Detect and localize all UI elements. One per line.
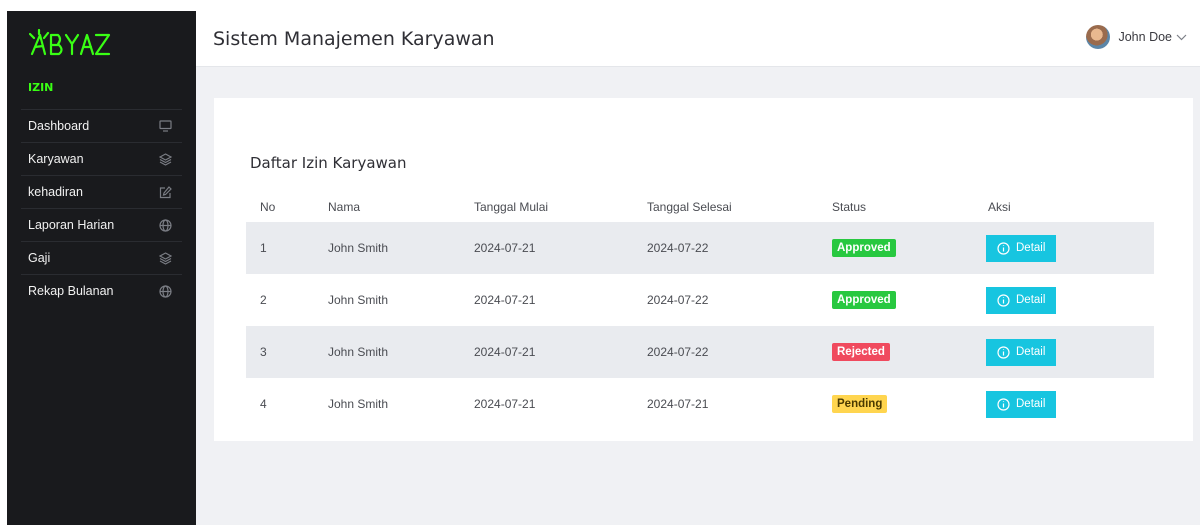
detail-button-label: Detail bbox=[1016, 294, 1046, 306]
sidebar-item-label: Dashboard bbox=[28, 119, 90, 133]
layers-icon bbox=[158, 251, 172, 265]
chevron-down-icon[interactable] bbox=[1176, 34, 1187, 41]
detail-button[interactable]: Detail bbox=[986, 234, 1057, 262]
cell-status: Pending bbox=[832, 378, 988, 430]
cell-tanggal-selesai: 2024-07-21 bbox=[647, 397, 709, 411]
cell-nama: John Smith bbox=[328, 293, 389, 307]
sidebar-item-label: Laporan Harian bbox=[28, 218, 115, 232]
cell-tanggal-selesai: 2024-07-22 bbox=[647, 293, 709, 307]
section-label: IZIN bbox=[28, 81, 54, 94]
cell-tanggal-mulai: 2024-07-21 bbox=[474, 293, 536, 307]
info-icon bbox=[997, 397, 1010, 411]
cell-nama: John Smith bbox=[328, 345, 389, 359]
leave-table: No Nama Tanggal Mulai Tanggal Selesai St… bbox=[246, 192, 1154, 430]
cell-no: 3 bbox=[260, 345, 267, 359]
cell-tanggal-mulai: 2024-07-21 bbox=[474, 241, 536, 255]
cell-aksi: Detail bbox=[986, 378, 1154, 430]
table-row: 3 John Smith 2024-07-21 2024-07-22 Rejec… bbox=[246, 326, 1154, 378]
table-row: 4 John Smith 2024-07-21 2024-07-21 Pendi… bbox=[246, 378, 1154, 430]
detail-button[interactable]: Detail bbox=[986, 286, 1057, 314]
user-name: John Doe bbox=[1118, 30, 1172, 44]
sidebar-menu: Dashboard Karyawan kehadiran Laporan Har… bbox=[21, 109, 182, 307]
info-icon bbox=[997, 345, 1010, 359]
card-title: Daftar Izin Karyawan bbox=[250, 154, 407, 172]
globe-icon bbox=[158, 218, 172, 232]
detail-button[interactable]: Detail bbox=[986, 390, 1057, 418]
sidebar-item-label: kehadiran bbox=[28, 185, 83, 199]
cell-no: 1 bbox=[260, 241, 267, 255]
detail-button-label: Detail bbox=[1016, 242, 1046, 254]
sidebar-item-label: Karyawan bbox=[28, 152, 84, 166]
cell-status: Rejected bbox=[832, 326, 988, 378]
sidebar-item-label: Rekap Bulanan bbox=[28, 284, 114, 298]
sidebar-item-dashboard[interactable]: Dashboard bbox=[21, 109, 182, 142]
table-row: 1 John Smith 2024-07-21 2024-07-22 Appro… bbox=[246, 222, 1154, 274]
detail-button-label: Detail bbox=[1016, 346, 1046, 358]
cell-no: 4 bbox=[260, 397, 267, 411]
cell-status: Approved bbox=[832, 274, 988, 326]
detail-button[interactable]: Detail bbox=[986, 338, 1057, 366]
table-header-row: No Nama Tanggal Mulai Tanggal Selesai St… bbox=[246, 192, 1154, 222]
sidebar-item-laporan-harian[interactable]: Laporan Harian bbox=[21, 208, 182, 241]
column-header-status: Status bbox=[832, 200, 867, 214]
avatar[interactable] bbox=[1086, 25, 1111, 49]
status-badge: Rejected bbox=[832, 343, 890, 361]
column-header-aksi: Aksi bbox=[988, 200, 1011, 214]
brand-logo[interactable] bbox=[7, 11, 196, 77]
brand-logo-icon bbox=[29, 29, 111, 56]
cell-tanggal-selesai: 2024-07-22 bbox=[647, 345, 709, 359]
page-title: Sistem Manajemen Karyawan bbox=[213, 27, 495, 50]
sidebar-item-karyawan[interactable]: Karyawan bbox=[21, 142, 182, 175]
cell-aksi: Detail bbox=[986, 326, 1154, 378]
cell-nama: John Smith bbox=[328, 397, 389, 411]
topbar: Sistem Manajemen Karyawan John Doe bbox=[196, 11, 1200, 67]
layers-icon bbox=[158, 152, 172, 166]
cell-aksi: Detail bbox=[986, 274, 1154, 326]
leave-list-card: Daftar Izin Karyawan No Nama Tanggal Mul… bbox=[214, 98, 1193, 441]
monitor-icon bbox=[158, 119, 172, 133]
column-header-no: No bbox=[260, 200, 276, 214]
cell-nama: John Smith bbox=[328, 241, 389, 255]
status-badge: Approved bbox=[832, 239, 896, 257]
cell-no: 2 bbox=[260, 293, 267, 307]
status-badge: Approved bbox=[832, 291, 896, 309]
info-icon bbox=[997, 241, 1010, 255]
cell-aksi: Detail bbox=[986, 222, 1154, 274]
sidebar-item-kehadiran[interactable]: kehadiran bbox=[21, 175, 182, 208]
status-badge: Pending bbox=[832, 395, 888, 413]
edit-icon bbox=[158, 185, 172, 199]
user-menu[interactable]: John Doe bbox=[1086, 25, 1187, 49]
table-row: 2 John Smith 2024-07-21 2024-07-22 Appro… bbox=[246, 274, 1154, 326]
sidebar-item-gaji[interactable]: Gaji bbox=[21, 241, 182, 274]
column-header-tanggal-selesai: Tanggal Selesai bbox=[647, 200, 732, 214]
sidebar-item-rekap-bulanan[interactable]: Rekap Bulanan bbox=[21, 274, 182, 307]
globe-icon bbox=[158, 284, 172, 298]
cell-tanggal-selesai: 2024-07-22 bbox=[647, 241, 709, 255]
info-icon bbox=[997, 293, 1010, 307]
cell-status: Approved bbox=[832, 222, 988, 274]
column-header-nama: Nama bbox=[328, 200, 361, 214]
sidebar-item-label: Gaji bbox=[28, 251, 51, 265]
column-header-tanggal-mulai: Tanggal Mulai bbox=[474, 200, 549, 214]
main-content: Daftar Izin Karyawan No Nama Tanggal Mul… bbox=[196, 67, 1200, 525]
cell-tanggal-mulai: 2024-07-21 bbox=[474, 397, 536, 411]
cell-tanggal-mulai: 2024-07-21 bbox=[474, 345, 536, 359]
detail-button-label: Detail bbox=[1016, 398, 1046, 410]
sidebar: IZIN Dashboard Karyawan kehadiran Lapora… bbox=[7, 11, 196, 525]
